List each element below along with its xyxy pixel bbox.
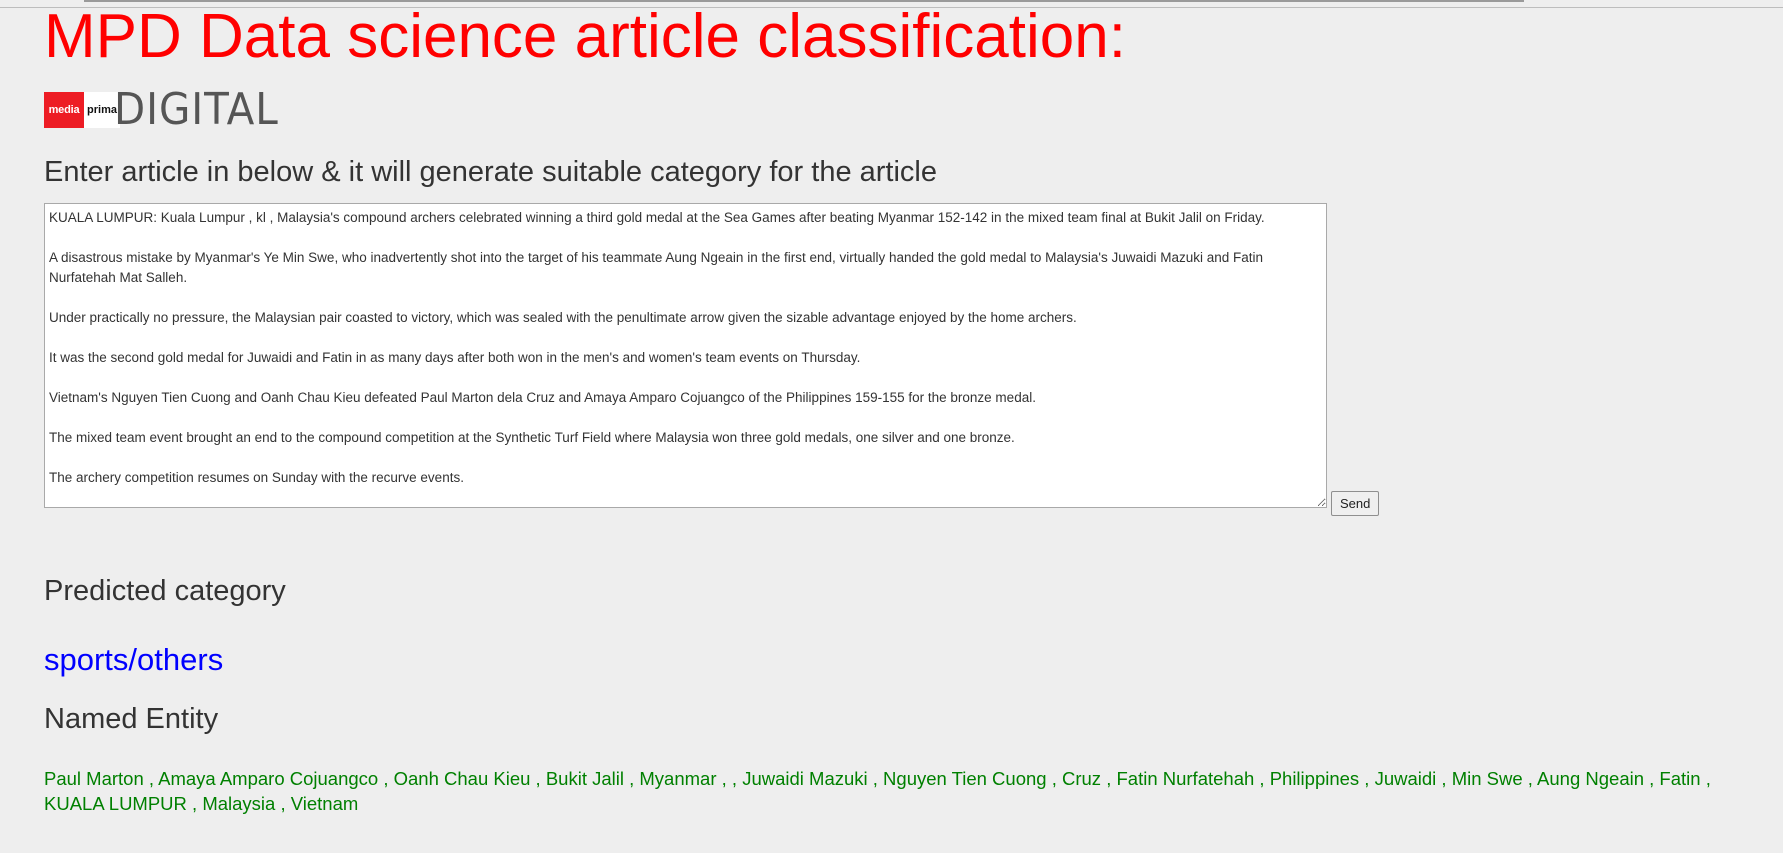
predicted-category-heading: Predicted category (44, 575, 286, 607)
named-entity-list: Paul Marton , Amaya Amparo Cojuangco , O… (44, 768, 1711, 814)
logo-digital-text: DIGITAL (114, 84, 279, 135)
send-button[interactable]: Send (1331, 491, 1380, 516)
page-title: MPD Data science article classification: (44, 2, 1126, 71)
named-entity-heading: Named Entity (44, 703, 219, 735)
instruction-heading: Enter article in below & it will generat… (44, 156, 937, 188)
article-input[interactable]: KUALA LUMPUR: Kuala Lumpur , kl , Malays… (44, 203, 1327, 508)
logo-media-block: media (44, 92, 84, 128)
predicted-category-value: sports/others (44, 642, 224, 677)
media-prima-digital-logo: media prima DIGITAL (44, 84, 293, 135)
